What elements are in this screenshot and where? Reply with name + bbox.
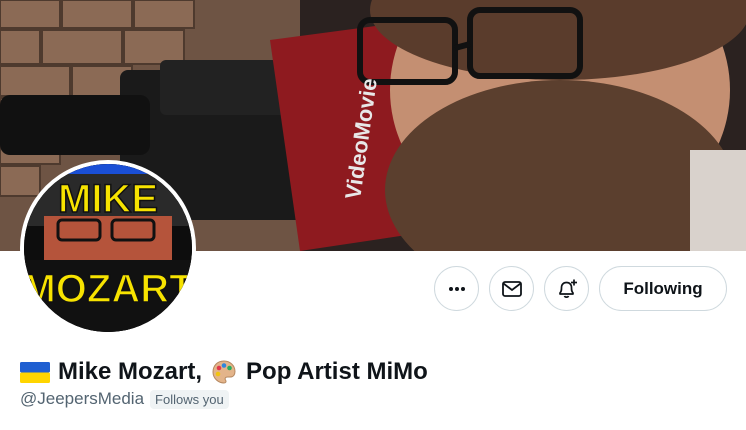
profile-avatar[interactable]: MIKE MOZART (20, 160, 196, 336)
handle-row: @JeepersMedia Follows you (20, 389, 229, 409)
notifications-button[interactable] (544, 266, 589, 311)
avatar-top-text: MIKE (58, 177, 158, 221)
display-name-part1: Mike Mozart, (58, 358, 203, 385)
bell-plus-icon (558, 279, 577, 298)
avatar-image: MIKE MOZART (24, 164, 192, 332)
display-name-part2: Pop Artist MiMo (246, 358, 428, 385)
envelope-icon (501, 280, 522, 297)
follows-you-badge: Follows you (150, 389, 229, 409)
artist-palette-icon (212, 360, 236, 384)
more-button[interactable] (434, 266, 479, 311)
user-handle: @JeepersMedia (20, 389, 145, 408)
display-name-row: Mike Mozart, Pop Artist MiMo (20, 358, 428, 386)
avatar-bottom-text: MOZART (24, 267, 192, 311)
display-name: Mike Mozart, Pop Artist MiMo (20, 358, 428, 386)
ukraine-flag-icon (20, 361, 50, 383)
more-horizontal-icon (448, 286, 465, 291)
message-button[interactable] (489, 266, 534, 311)
following-button[interactable]: Following (599, 266, 727, 311)
profile-actions: Following (434, 266, 727, 311)
